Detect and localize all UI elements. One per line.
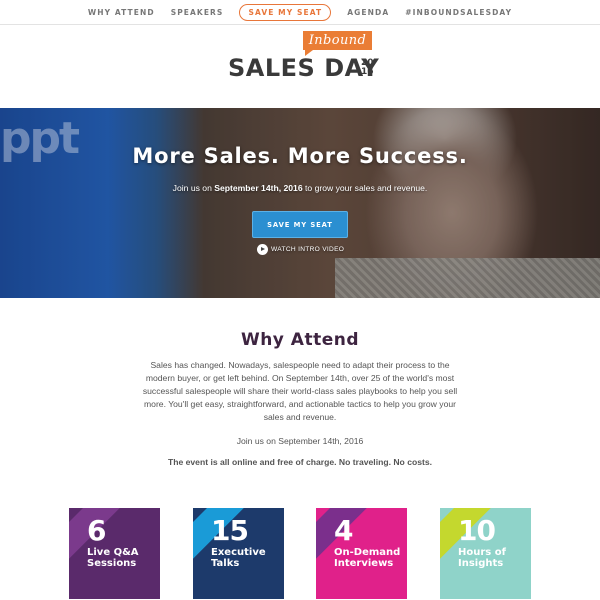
hero-overlay — [0, 108, 600, 298]
nav-save-my-seat-button[interactable]: SAVE MY SEAT — [239, 3, 332, 21]
stat-label: Executive Talks — [211, 547, 266, 569]
hero-save-my-seat-button[interactable]: SAVE MY SEAT — [252, 211, 348, 238]
nav-speakers[interactable]: SPEAKERS — [171, 8, 224, 17]
hero-banner: ppt — [0, 108, 600, 298]
nav-why-attend[interactable]: WHY ATTEND — [88, 8, 155, 17]
stat-label: Hours of Insights — [458, 547, 506, 569]
hero-subtitle-post: to grow your sales and revenue. — [302, 183, 428, 193]
nav-agenda[interactable]: AGENDA — [347, 8, 389, 17]
stat-tile-hours-of-insights: 10 Hours of Insights — [440, 508, 531, 599]
why-attend-heading: Why Attend — [240, 330, 360, 350]
why-attend-note: The event is all online and free of char… — [167, 457, 433, 467]
why-attend-date-line: Join us on September 14th, 2016 — [236, 436, 364, 446]
nav-hashtag[interactable]: #INBOUNDSALESDAY — [405, 8, 512, 17]
stat-label: On-Demand Interviews — [334, 547, 401, 569]
logo-year-bottom: 16 — [361, 67, 374, 77]
watch-intro-video-link[interactable]: WATCH INTRO VIDEO — [257, 243, 344, 255]
stat-label: Live Q&A Sessions — [87, 547, 139, 569]
hero-subtitle-pre: Join us on — [172, 183, 215, 193]
logo-year: 20 16 — [361, 59, 374, 77]
logo-inbound-tag: Inbound — [303, 31, 372, 56]
stat-tile-on-demand-interviews: 4 On-Demand Interviews — [316, 508, 407, 599]
play-icon — [257, 243, 268, 255]
hero-subtitle-date: September 14th, 2016 — [214, 183, 303, 193]
hero-title: More Sales. More Success. — [132, 144, 468, 168]
why-attend-body: Sales has changed. Nowadays, salespeople… — [142, 360, 458, 422]
event-logo[interactable]: Inbound SALES DAY 20 16 — [228, 30, 380, 84]
stat-number: 6 — [87, 514, 107, 547]
top-nav: WHY ATTEND SPEAKERS SAVE MY SEAT AGENDA … — [0, 0, 600, 25]
stat-number: 15 — [211, 514, 249, 547]
logo-wordmark: SALES DAY — [228, 54, 380, 82]
stat-number: 4 — [334, 514, 354, 547]
stat-number: 10 — [458, 514, 496, 547]
stat-tile-live-qa: 6 Live Q&A Sessions — [69, 508, 160, 599]
hero-subtitle: Join us on September 14th, 2016 to grow … — [0, 183, 600, 193]
watch-intro-video-label: WATCH INTRO VIDEO — [271, 245, 345, 253]
stat-tile-executive-talks: 15 Executive Talks — [193, 508, 284, 599]
